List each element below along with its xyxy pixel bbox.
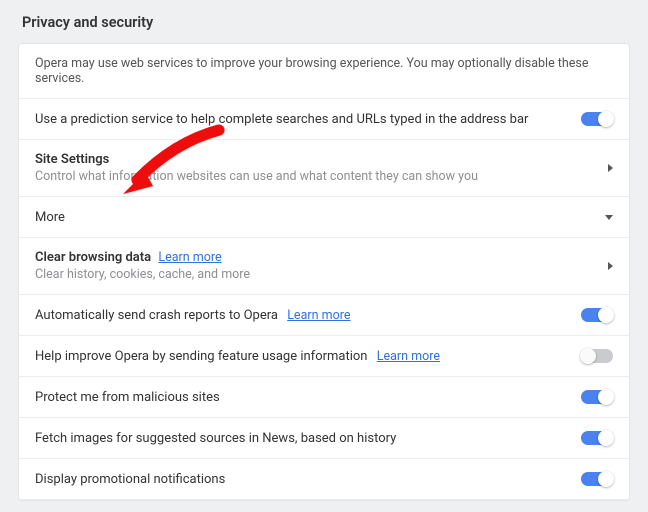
clear-data-title: Clear browsing data — [35, 250, 151, 265]
more-label: More — [35, 210, 65, 225]
chevron-down-icon — [605, 215, 613, 220]
prediction-row[interactable]: Use a prediction service to help complet… — [19, 99, 629, 140]
promo-label: Display promotional notifications — [35, 472, 225, 487]
site-settings-row[interactable]: Site Settings Control what information w… — [19, 140, 629, 197]
protect-toggle[interactable] — [581, 390, 613, 404]
crash-toggle[interactable] — [581, 308, 613, 322]
site-settings-title: Site Settings — [35, 152, 596, 167]
clear-data-subtitle: Clear history, cookies, cache, and more — [35, 267, 596, 282]
prediction-label: Use a prediction service to help complet… — [35, 112, 528, 127]
improve-label: Help improve Opera by sending feature us… — [35, 349, 368, 364]
fetch-images-row[interactable]: Fetch images for suggested sources in Ne… — [19, 418, 629, 459]
fetch-toggle[interactable] — [581, 431, 613, 445]
improve-learn-link[interactable]: Learn more — [377, 349, 440, 364]
chevron-right-icon — [608, 262, 613, 270]
settings-panel: Opera may use web services to improve yo… — [18, 43, 630, 501]
more-row[interactable]: More — [19, 197, 629, 238]
prediction-toggle[interactable] — [581, 112, 613, 126]
promo-toggle[interactable] — [581, 472, 613, 486]
fetch-label: Fetch images for suggested sources in Ne… — [35, 431, 396, 446]
crash-reports-row[interactable]: Automatically send crash reports to Oper… — [19, 295, 629, 336]
intro-text: Opera may use web services to improve yo… — [35, 56, 588, 86]
protect-row[interactable]: Protect me from malicious sites — [19, 377, 629, 418]
protect-label: Protect me from malicious sites — [35, 390, 220, 405]
chevron-right-icon — [608, 164, 613, 172]
crash-learn-link[interactable]: Learn more — [287, 308, 350, 323]
improve-row[interactable]: Help improve Opera by sending feature us… — [19, 336, 629, 377]
crash-label: Automatically send crash reports to Oper… — [35, 308, 278, 323]
section-title: Privacy and security — [22, 14, 630, 31]
site-settings-subtitle: Control what information websites can us… — [35, 169, 596, 184]
promo-row[interactable]: Display promotional notifications — [19, 459, 629, 500]
intro-row: Opera may use web services to improve yo… — [19, 44, 629, 99]
clear-data-row[interactable]: Clear browsing data Learn more Clear his… — [19, 238, 629, 295]
clear-data-learn-link[interactable]: Learn more — [158, 250, 221, 265]
improve-toggle[interactable] — [581, 349, 613, 363]
